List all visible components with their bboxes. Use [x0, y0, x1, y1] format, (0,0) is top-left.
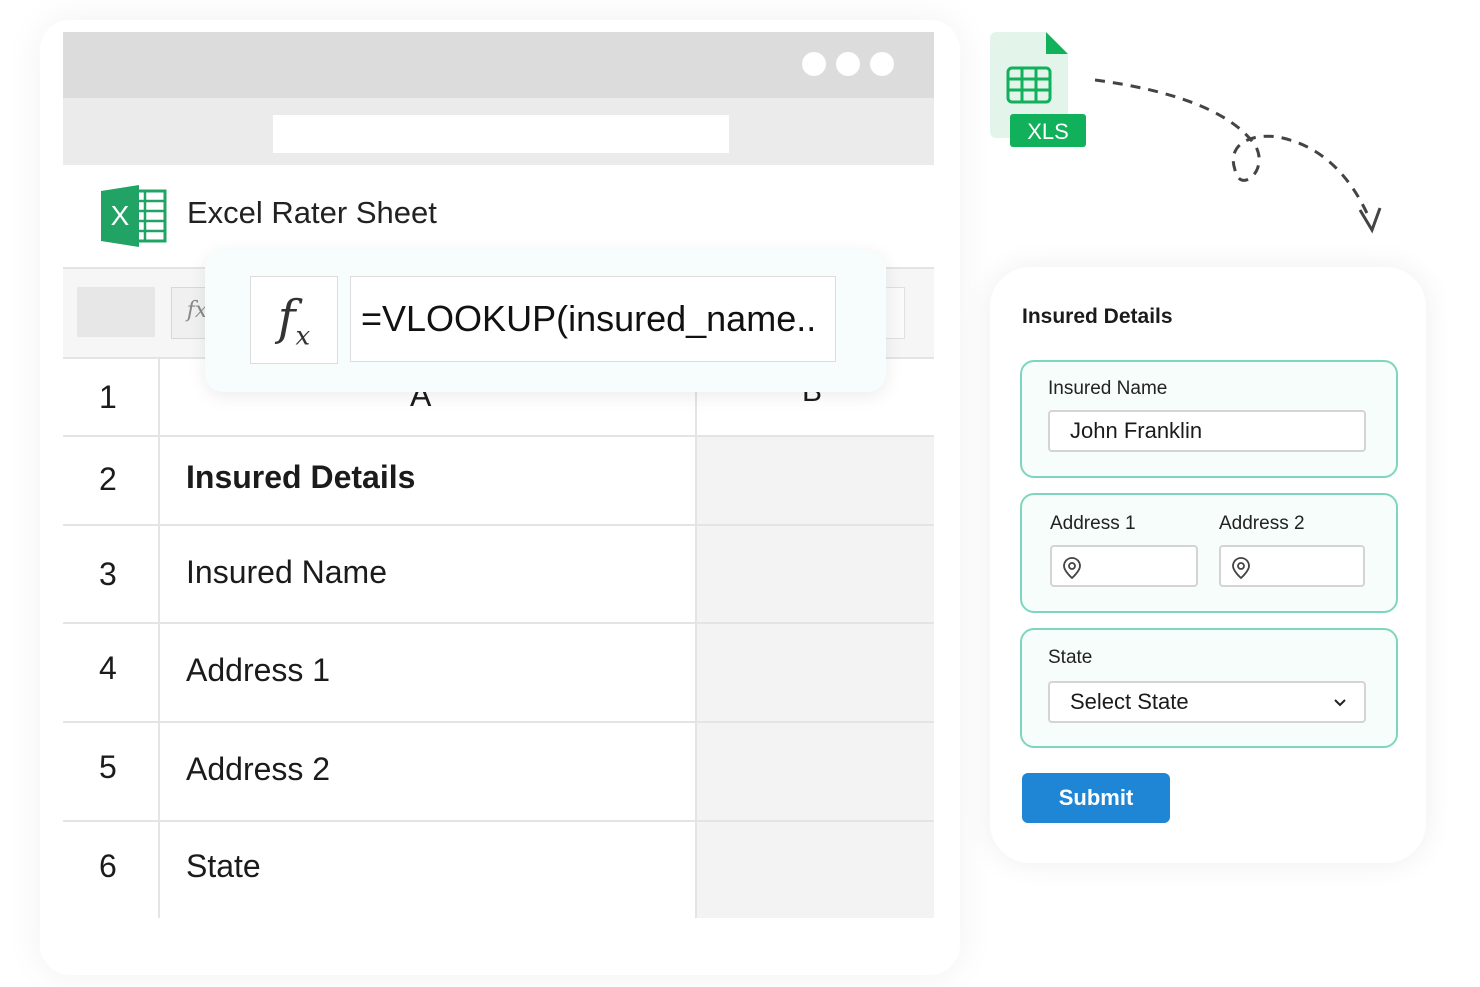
state-label: State — [1048, 647, 1093, 668]
excel-logo-icon: X — [101, 185, 167, 247]
table-row: 4 Address 1 — [63, 624, 934, 723]
state-group: State Select State — [1020, 628, 1398, 748]
cell-a6[interactable]: State — [160, 822, 697, 918]
table-row: 6 State — [63, 822, 934, 918]
cell-b4[interactable] — [697, 624, 934, 721]
address-bar[interactable] — [273, 115, 729, 153]
insured-name-group: Insured Name John Franklin — [1020, 360, 1398, 478]
insured-name-input[interactable]: John Franklin — [1048, 410, 1366, 452]
state-select[interactable]: Select State — [1048, 681, 1366, 723]
window-controls — [802, 52, 894, 76]
formula-popup: fx =VLOOKUP(insured_name.. — [205, 250, 886, 392]
window-dot-1[interactable] — [802, 52, 826, 76]
cell-a4[interactable]: Address 1 — [160, 624, 697, 721]
svg-text:X: X — [111, 200, 130, 231]
table-row: 5 Address 2 — [63, 723, 934, 822]
spreadsheet-window: X Excel Rater Sheet fx 1 A B 2 Insured D… — [63, 32, 934, 918]
window-titlebar — [63, 32, 934, 98]
cell-b6[interactable] — [697, 822, 934, 918]
location-pin-icon — [1063, 557, 1081, 580]
name-box[interactable] — [77, 287, 155, 337]
window-dot-3[interactable] — [870, 52, 894, 76]
submit-button[interactable]: Submit — [1022, 773, 1170, 823]
address1-label: Address 1 — [1050, 513, 1136, 534]
form-title: Insured Details — [1022, 305, 1173, 328]
row-number: 1 — [63, 359, 160, 435]
window-dot-2[interactable] — [836, 52, 860, 76]
state-select-value: Select State — [1070, 689, 1189, 714]
row-number: 2 — [63, 437, 160, 524]
table-row: 2 Insured Details — [63, 437, 934, 526]
address2-label: Address 2 — [1219, 513, 1305, 534]
row-number: 4 — [63, 624, 160, 721]
location-pin-icon — [1232, 557, 1250, 580]
chevron-down-icon — [1334, 699, 1346, 707]
cell-a2[interactable]: Insured Details — [160, 437, 697, 524]
row-number: 3 — [63, 526, 160, 622]
cell-b2[interactable] — [697, 437, 934, 524]
cell-a5[interactable]: Address 2 — [160, 723, 697, 820]
dashed-arrow-icon — [1094, 78, 1382, 234]
address1-input[interactable] — [1050, 545, 1198, 587]
formula-input[interactable]: =VLOOKUP(insured_name.. — [350, 276, 836, 362]
cell-a3[interactable]: Insured Name — [160, 526, 697, 622]
fx-icon[interactable]: fx — [250, 276, 338, 364]
row-number: 5 — [63, 723, 160, 820]
address-group: Address 1 Address 2 — [1020, 493, 1398, 613]
insured-name-label: Insured Name — [1048, 378, 1168, 399]
cell-b5[interactable] — [697, 723, 934, 820]
insured-form-card: Insured Details Insured Name John Frankl… — [990, 267, 1426, 863]
spreadsheet-file-icon: XLS — [990, 32, 1086, 147]
cell-b3[interactable] — [697, 526, 934, 622]
table-row: 3 Insured Name — [63, 526, 934, 624]
address2-input[interactable] — [1219, 545, 1365, 587]
row-number: 6 — [63, 822, 160, 918]
address-area — [63, 98, 934, 165]
sheet-title: Excel Rater Sheet — [187, 195, 437, 230]
svg-text:XLS: XLS — [1027, 119, 1069, 144]
